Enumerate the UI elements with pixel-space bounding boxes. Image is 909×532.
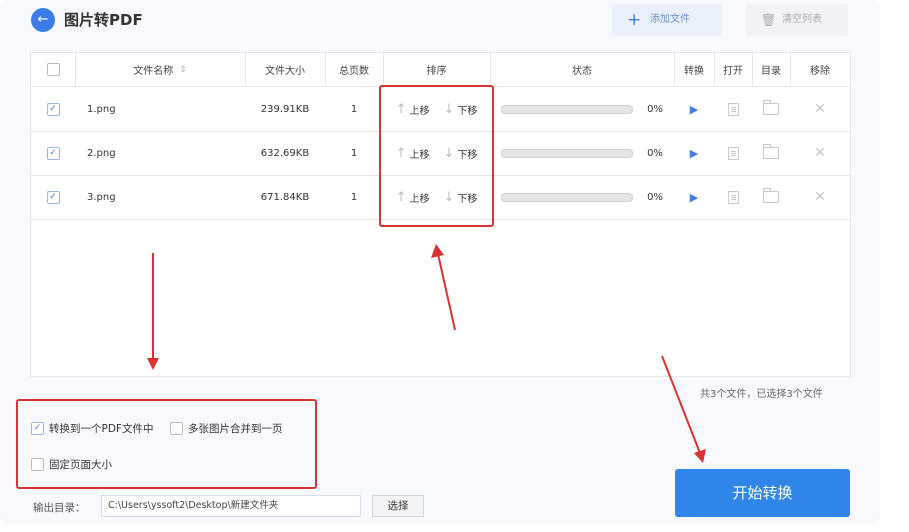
close-icon[interactable]: ✕ [814, 101, 826, 117]
play-icon[interactable]: ▶ [690, 147, 698, 160]
options-highlight-box [16, 399, 317, 489]
page-count: 1 [350, 103, 358, 115]
file-name: 1.png [87, 103, 116, 115]
row-checkbox[interactable]: ✓ [46, 102, 60, 116]
close-icon[interactable]: ✕ [814, 145, 826, 161]
table-header: 文件名称 ⇕ 文件大小 总页数 排序 状态 转换 打开 目录 移除 [31, 53, 850, 87]
progress-bar [501, 192, 634, 202]
file-count-summary: 共3个文件，已选择3个文件 [700, 389, 823, 400]
order-highlight-box [379, 85, 494, 227]
col-status: 状态 [572, 66, 592, 77]
document-icon[interactable] [727, 190, 739, 204]
col-dir: 目录 [761, 66, 781, 77]
page-count: 1 [350, 191, 358, 203]
col-open: 打开 [723, 66, 743, 77]
file-name: 3.png [87, 191, 116, 203]
col-name[interactable]: 文件名称 ⇕ [75, 53, 245, 86]
plus-icon: + [627, 10, 642, 30]
clear-list-label: 清空列表 [782, 14, 822, 25]
back-button[interactable]: ← [31, 8, 55, 32]
start-convert-button[interactable]: 开始转换 [675, 469, 850, 517]
progress-percent: 0% [647, 103, 663, 115]
clear-list-button[interactable]: 🗑 清空列表 [745, 4, 848, 36]
add-files-button[interactable]: + 添加文件 [612, 4, 722, 36]
file-size: 671.84KB [260, 191, 310, 203]
select-all-checkbox[interactable] [46, 63, 60, 76]
document-icon[interactable] [727, 102, 739, 116]
page-title: 图片转PDF [64, 11, 143, 29]
file-name: 2.png [87, 147, 116, 159]
trash-icon: 🗑 [761, 13, 777, 27]
arrow-left-icon: ← [37, 12, 49, 27]
file-size: 632.69KB [260, 147, 310, 159]
play-icon[interactable]: ▶ [690, 103, 698, 116]
add-files-label: 添加文件 [650, 14, 690, 25]
col-order: 排序 [426, 66, 447, 77]
sort-icon: ⇕ [179, 64, 187, 75]
col-size: 文件大小 [265, 66, 305, 77]
document-icon[interactable] [727, 146, 739, 160]
row-checkbox[interactable]: ✓ [46, 146, 60, 160]
output-dir-field[interactable]: C:\Users\yssoft2\Desktop\新建文件夹 [101, 495, 361, 517]
folder-icon[interactable] [763, 144, 779, 159]
folder-icon[interactable] [763, 100, 779, 115]
progress-percent: 0% [647, 147, 663, 159]
progress-percent: 0% [647, 191, 663, 203]
output-dir-label: 输出目录： [33, 502, 86, 514]
col-pages: 总页数 [339, 66, 369, 77]
folder-icon[interactable] [763, 188, 779, 203]
progress-bar [501, 104, 634, 114]
progress-bar [501, 148, 634, 158]
choose-dir-button[interactable]: 选择 [372, 495, 424, 517]
file-size: 239.91KB [260, 103, 310, 115]
page-count: 1 [350, 147, 358, 159]
col-remove: 移除 [810, 66, 830, 77]
row-checkbox[interactable]: ✓ [46, 190, 60, 204]
play-icon[interactable]: ▶ [690, 191, 698, 204]
col-convert: 转换 [684, 66, 704, 77]
close-icon[interactable]: ✕ [814, 189, 826, 205]
